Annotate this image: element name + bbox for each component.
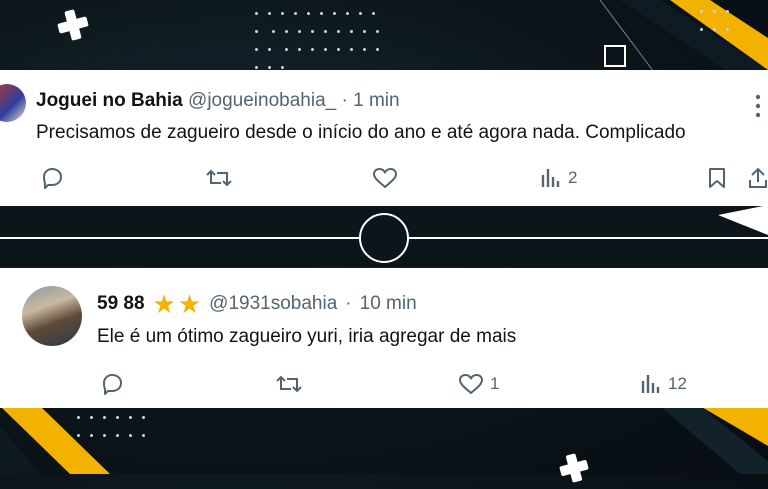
- dot-grid: [250, 6, 390, 78]
- tweet-text: Ele é um ótimo zagueiro yuri, iria agreg…: [97, 326, 517, 347]
- retweet-button[interactable]: [275, 373, 303, 395]
- reply-button[interactable]: [100, 373, 124, 395]
- views-button[interactable]: 2: [540, 167, 577, 189]
- views-count: 12: [668, 374, 687, 393]
- star-icon: ★: [177, 289, 202, 319]
- author-name[interactable]: Joguei no Bahia: [36, 90, 183, 111]
- corner-stripes: [599, 0, 768, 80]
- retweet-button[interactable]: [205, 167, 233, 189]
- heart-icon: [373, 168, 397, 188]
- retweet-icon: [276, 375, 302, 393]
- avatar[interactable]: [0, 84, 26, 122]
- star-icon: ★: [152, 289, 176, 319]
- separator: ·: [345, 293, 352, 314]
- separator: ·: [341, 90, 348, 111]
- share-icon: [749, 167, 767, 188]
- timestamp[interactable]: 10 min: [360, 293, 417, 315]
- more-icon[interactable]: [752, 92, 764, 127]
- bookmark-icon: [709, 168, 725, 188]
- author-handle[interactable]: @jogueinobahia_: [188, 90, 336, 111]
- like-button[interactable]: [372, 167, 398, 189]
- bookmark-button[interactable]: [707, 167, 727, 189]
- divider-band: [0, 205, 768, 267]
- reply-icon: [103, 374, 122, 395]
- heart-icon: [459, 374, 483, 394]
- views-count: 2: [568, 168, 578, 187]
- author-name[interactable]: 59 88: [97, 293, 145, 315]
- retweet-icon: [206, 169, 232, 187]
- tweet-card-2[interactable]: 59 88 ★ ★ @1931sobahia · 10 min Ele é um…: [0, 268, 768, 408]
- views-button[interactable]: 12: [640, 373, 687, 395]
- timestamp[interactable]: 1 min: [353, 90, 399, 111]
- views-icon: [641, 375, 660, 393]
- views-icon: [541, 169, 560, 187]
- plus-icon-bottom: [558, 452, 590, 489]
- like-count: 1: [490, 374, 500, 393]
- like-button[interactable]: 1: [458, 373, 499, 395]
- tweet-card-1[interactable]: Joguei no Bahia @jogueinobahia_ · 1 min …: [0, 70, 768, 206]
- plus-icon: [56, 8, 90, 47]
- author-handle[interactable]: @1931sobahia: [209, 293, 337, 315]
- reply-icon: [43, 168, 62, 189]
- dot-grid-bottom: [72, 410, 152, 446]
- dot-grid-right: [695, 4, 735, 40]
- share-button[interactable]: [748, 166, 768, 190]
- reply-button[interactable]: [40, 167, 64, 189]
- avatar[interactable]: [22, 286, 82, 346]
- tweet-text: Precisamos de zagueiro desde o início do…: [36, 122, 686, 143]
